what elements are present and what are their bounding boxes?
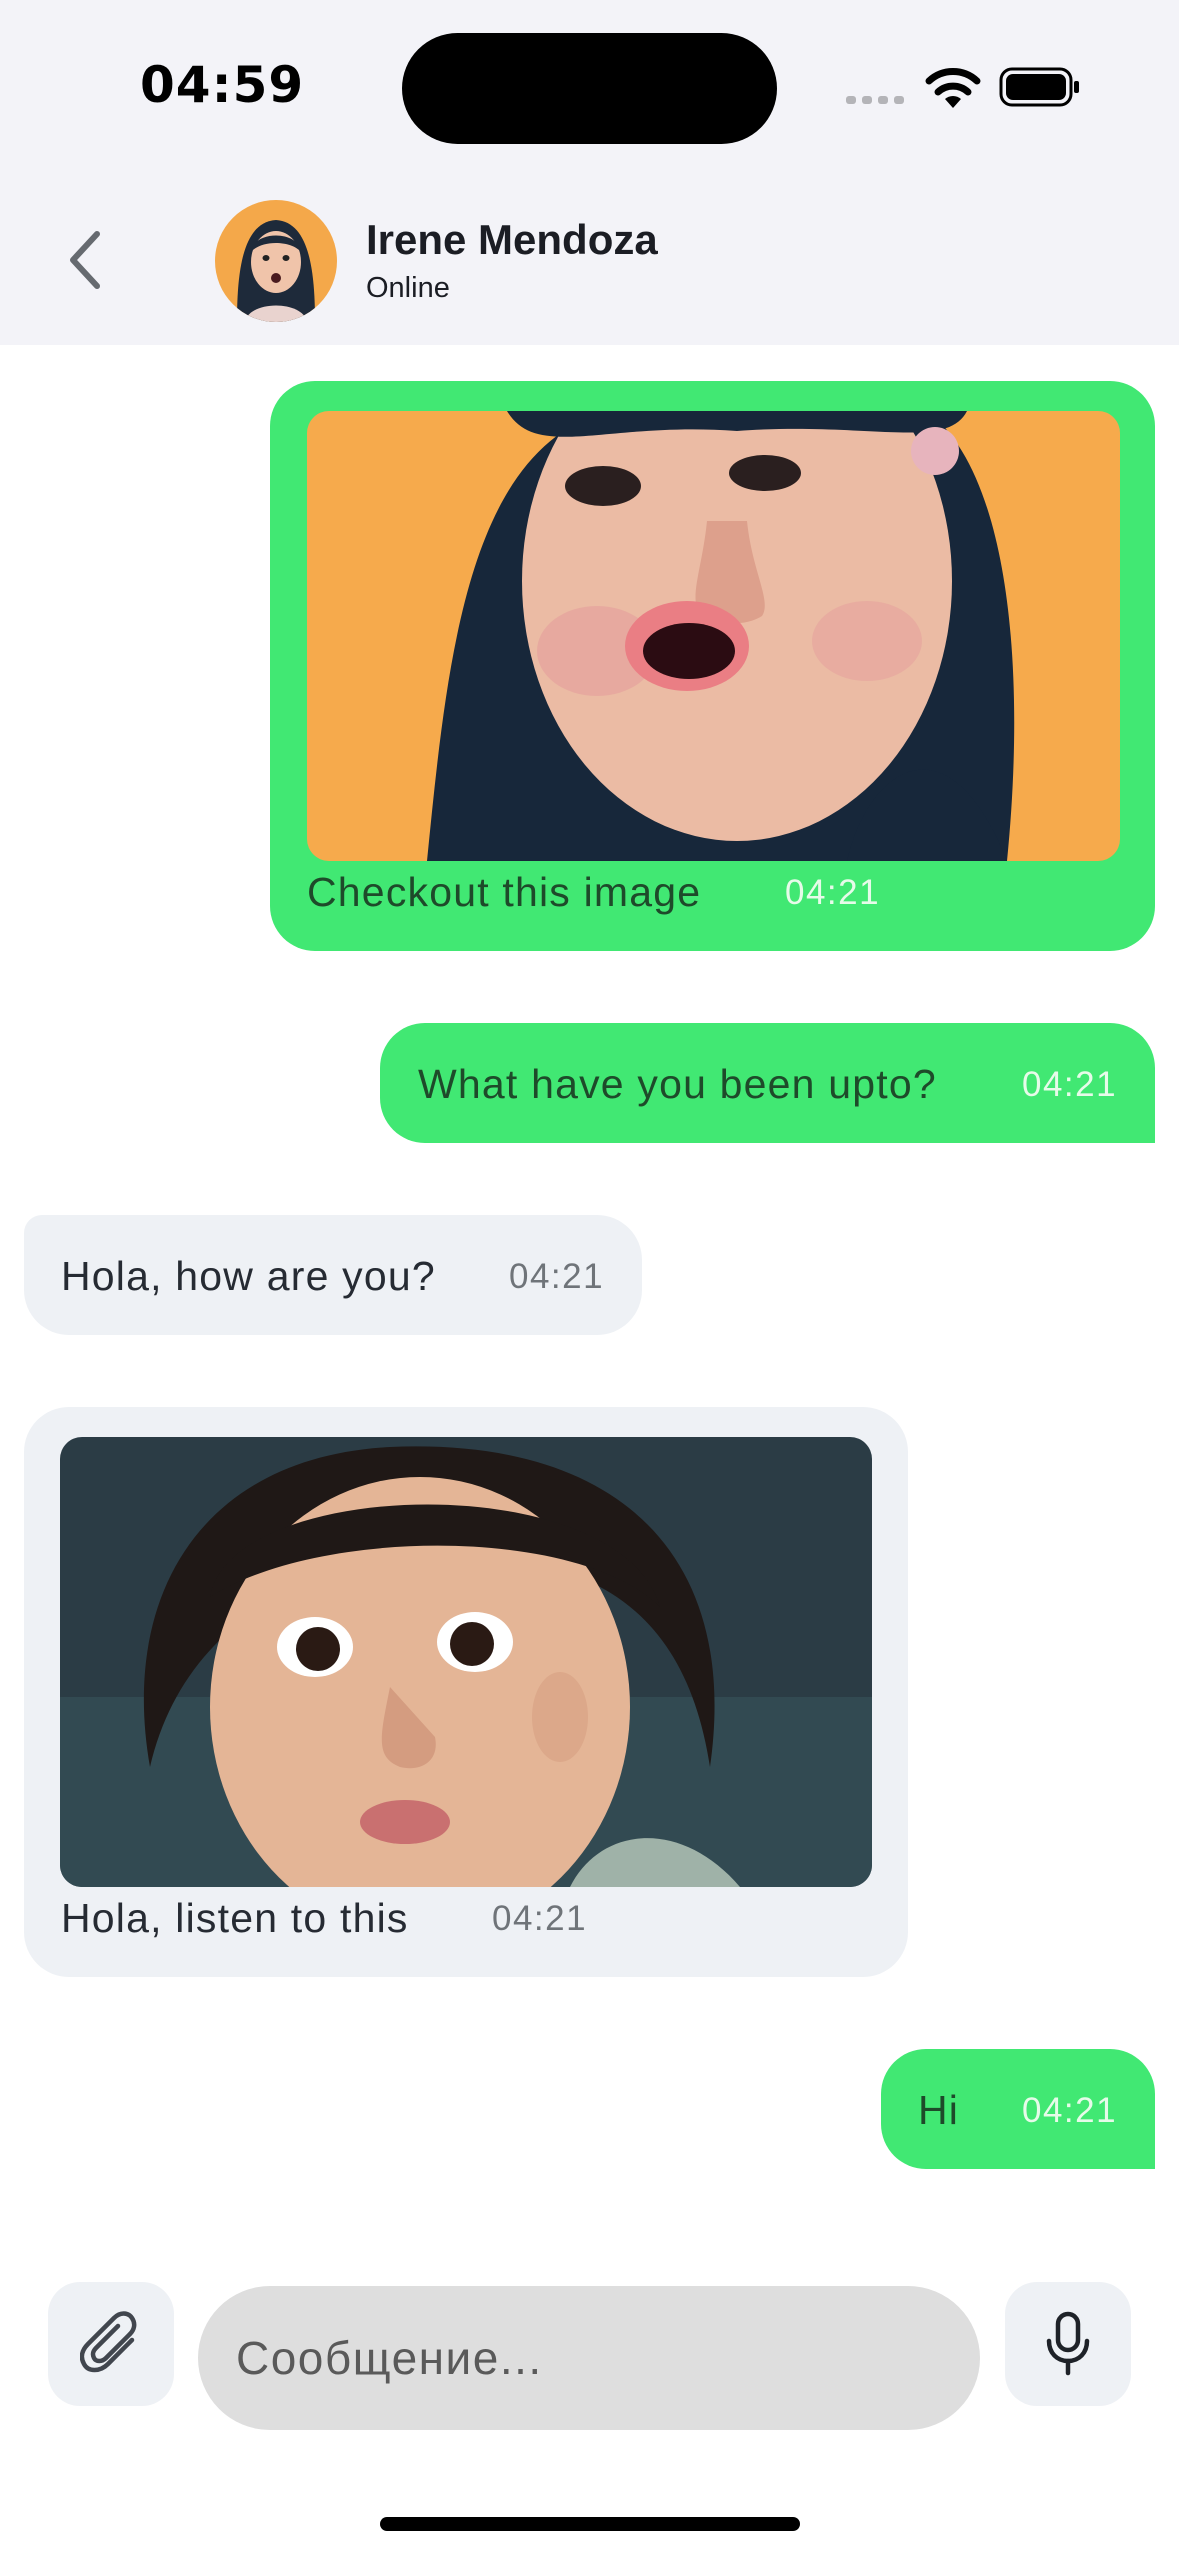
message-photo[interactable] — [60, 1437, 872, 1887]
avatar[interactable] — [215, 200, 337, 322]
home-indicator[interactable] — [380, 2517, 800, 2531]
message-text: Hola, how are you? — [61, 1253, 436, 1299]
message-time: 04:21 — [509, 1257, 605, 1296]
outgoing-text-message[interactable]: Hi 04:21 — [881, 2049, 1155, 2169]
incoming-image-message[interactable]: Hola, listen to this 04:21 — [24, 1407, 908, 1977]
microphone-icon — [1046, 2311, 1090, 2376]
paperclip-icon — [80, 2311, 137, 2373]
message-photo[interactable] — [307, 411, 1120, 861]
outgoing-text-message[interactable]: What have you been upto? 04:21 — [380, 1023, 1155, 1143]
message-input[interactable] — [198, 2286, 980, 2430]
message-text: What have you been upto? — [418, 1061, 937, 1107]
chevron-left-icon — [70, 231, 100, 289]
back-button[interactable] — [50, 220, 120, 300]
cellular-signal-icon — [846, 96, 904, 104]
dynamic-island — [402, 33, 777, 144]
top-bar: 04:59 Irene Mendoza Online — [0, 0, 1179, 345]
attach-button[interactable] — [48, 2282, 174, 2406]
wifi-icon — [925, 68, 981, 108]
battery-icon — [999, 67, 1079, 107]
message-time: 04:21 — [1022, 2091, 1118, 2130]
message-time: 04:21 — [492, 1899, 588, 1938]
status-time: 04:59 — [140, 56, 305, 114]
message-caption: Checkout this image — [307, 869, 702, 915]
contact-status: Online — [366, 272, 450, 304]
contact-name[interactable]: Irene Mendoza — [366, 216, 658, 264]
microphone-button[interactable] — [1005, 2282, 1131, 2406]
outgoing-image-message[interactable]: Checkout this image 04:21 — [270, 381, 1155, 951]
incoming-text-message[interactable]: Hola, how are you? 04:21 — [24, 1215, 642, 1335]
message-time: 04:21 — [785, 873, 881, 912]
message-time: 04:21 — [1022, 1065, 1118, 1104]
message-caption: Hola, listen to this — [61, 1895, 409, 1941]
message-text: Hi — [918, 2087, 960, 2133]
